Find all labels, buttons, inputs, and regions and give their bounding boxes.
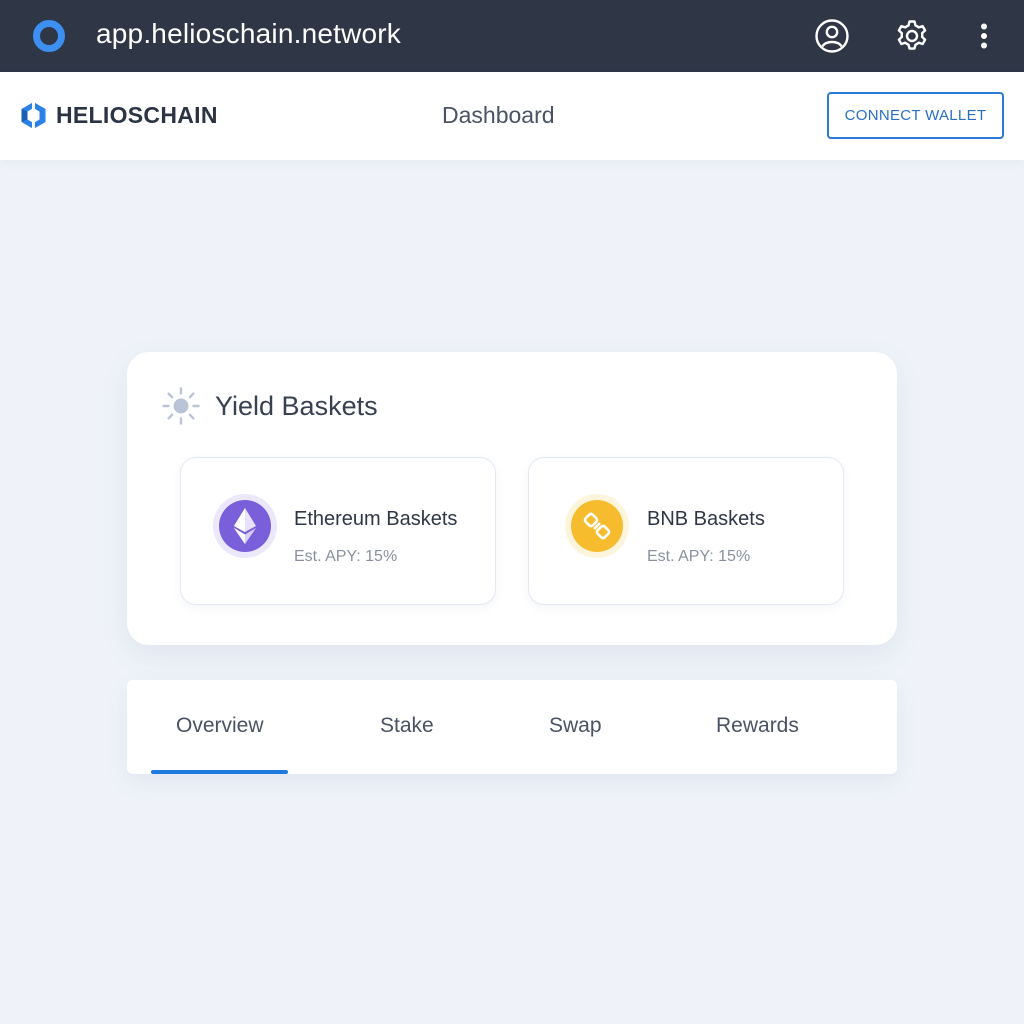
more-vertical-icon[interactable] [965, 17, 1003, 55]
browser-top-bar: app.helioschain.network [0, 0, 1024, 72]
address-bar-url[interactable]: app.helioschain.network [96, 18, 401, 50]
page-title: Dashboard [442, 102, 555, 128]
settings-gear-icon[interactable] [893, 17, 931, 55]
dashboard-tabs: Overview Stake Swap Rewards [127, 680, 897, 774]
ethereum-coin-badge [213, 494, 277, 558]
app-header: HELIOSCHAIN Dashboard CONNECT WALLET [0, 72, 1024, 160]
account-icon[interactable] [813, 17, 851, 55]
brand[interactable]: HELIOSCHAIN [20, 101, 218, 130]
yield-baskets-card: Yield Baskets Ethereum Baskets Est. APY:… [127, 352, 897, 645]
bnb-basket-card[interactable]: BNB Baskets Est. APY: 15% [528, 457, 844, 605]
active-tab-indicator [151, 770, 288, 774]
ethereum-icon [234, 508, 256, 544]
basket-apy: Est. APY: 15% [294, 548, 398, 565]
sun-icon [162, 387, 200, 425]
tab-rewards[interactable]: Rewards [716, 714, 799, 738]
tab-swap[interactable]: Swap [549, 714, 602, 738]
basket-name: BNB Baskets [647, 508, 765, 530]
brand-name: HELIOSCHAIN [56, 102, 218, 128]
bnb-icon [583, 512, 611, 540]
basket-apy: Est. APY: 15% [647, 548, 751, 565]
tab-overview[interactable]: Overview [176, 714, 264, 738]
bnb-coin-badge [565, 494, 629, 558]
ethereum-basket-card[interactable]: Ethereum Baskets Est. APY: 15% [180, 457, 496, 605]
connect-wallet-button[interactable]: CONNECT WALLET [827, 92, 1004, 139]
tab-stake[interactable]: Stake [380, 714, 434, 738]
helioschain-logo-icon [21, 101, 46, 130]
yield-baskets-header: Yield Baskets [161, 386, 378, 426]
basket-name: Ethereum Baskets [294, 508, 458, 530]
yield-baskets-title: Yield Baskets [215, 390, 378, 421]
browser-logo-icon [33, 20, 65, 52]
